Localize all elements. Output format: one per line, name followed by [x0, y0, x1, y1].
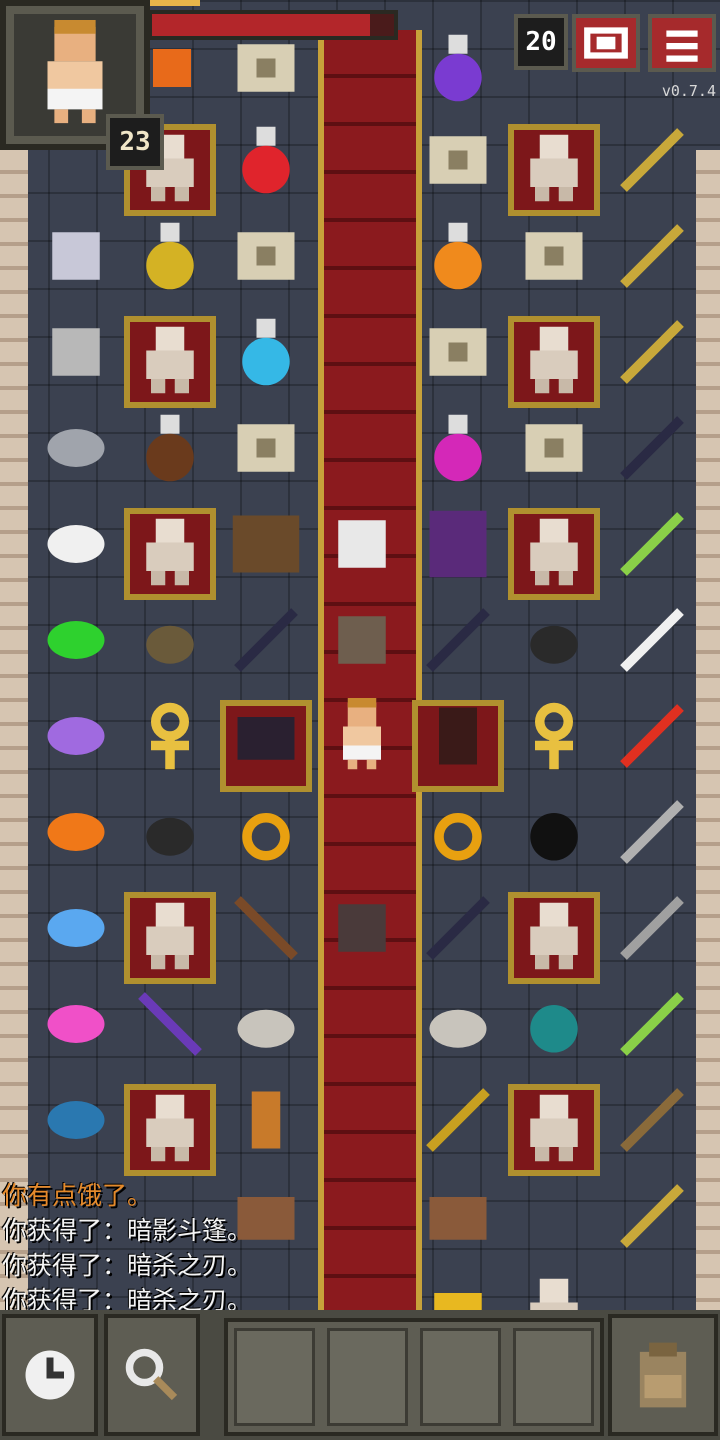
statue [122, 312, 218, 408]
backpack-button[interactable] [608, 1314, 718, 1436]
journal-button[interactable] [572, 14, 640, 72]
shadow-cloak-item[interactable] [410, 688, 506, 784]
statue [506, 504, 602, 600]
sword-item[interactable] [604, 400, 700, 496]
dark-stone-item[interactable] [506, 592, 602, 688]
statue [506, 120, 602, 216]
quickslot[interactable] [420, 1328, 501, 1426]
whip-item[interactable] [604, 208, 700, 304]
potion-cyan-item[interactable] [218, 304, 314, 400]
ring-item[interactable] [218, 784, 314, 880]
clock-icon [25, 1350, 75, 1400]
mail-armor-item[interactable] [28, 304, 124, 400]
log-line: 你获得了：暗杀之刃。 [2, 1251, 253, 1280]
potion-red-item[interactable] [218, 112, 314, 208]
backpack-icon [639, 1342, 687, 1408]
potion-orange-item[interactable] [410, 208, 506, 304]
potion-magenta-item[interactable] [410, 400, 506, 496]
gauntlet-item[interactable] [314, 496, 410, 592]
cotton-item[interactable] [218, 976, 314, 1072]
quickslot[interactable] [234, 1328, 315, 1426]
menu-icon [666, 30, 698, 62]
health-bar [148, 10, 398, 40]
ankh-item[interactable] [506, 688, 602, 784]
seed-teal-item[interactable] [28, 1072, 124, 1168]
seed-gray-item[interactable] [28, 400, 124, 496]
search-button[interactable] [104, 1314, 200, 1436]
ankh-item[interactable] [122, 688, 218, 784]
cloth-armor-item[interactable] [28, 208, 124, 304]
statue [506, 888, 602, 984]
quickslot[interactable] [513, 1328, 594, 1426]
seed-blue-item[interactable] [28, 880, 124, 976]
version-label: v0.7.4 [661, 82, 716, 100]
green-wand-item[interactable] [604, 496, 700, 592]
dark-staff-item[interactable] [410, 880, 506, 976]
scroll-item[interactable] [410, 304, 506, 400]
golden-staff-item[interactable] [410, 1072, 506, 1168]
whip-item[interactable] [604, 304, 700, 400]
quickslot[interactable] [327, 1328, 408, 1426]
chest-item[interactable] [410, 1168, 506, 1264]
health-bar-fill [152, 14, 370, 36]
quickslot-bar [224, 1318, 604, 1436]
staff-item[interactable] [218, 880, 314, 976]
statue [506, 312, 602, 408]
white-sword-item[interactable] [604, 592, 700, 688]
statue [122, 504, 218, 600]
statue [506, 1080, 602, 1176]
seed-orange-item[interactable] [28, 784, 124, 880]
pouch-item[interactable] [314, 880, 410, 976]
hero-character [314, 688, 410, 784]
green-wand-item[interactable] [604, 976, 700, 1072]
scroll-item[interactable] [218, 208, 314, 304]
scroll-item[interactable] [506, 400, 602, 496]
game-log: 你有点饿了。 你获得了：暗影斗篷。 你获得了：暗杀之刃。 你获得了：暗杀之刃。 [2, 1178, 252, 1318]
wait-button[interactable] [2, 1314, 98, 1436]
magnifier-icon [125, 1348, 178, 1401]
red-wand-item[interactable] [604, 688, 700, 784]
menu-button[interactable] [648, 14, 716, 72]
seed-green-item[interactable] [28, 592, 124, 688]
bookshelf-item[interactable] [218, 496, 314, 592]
dagger-item[interactable] [604, 784, 700, 880]
holster-item[interactable] [218, 1072, 314, 1168]
stone-item[interactable] [122, 592, 218, 688]
log-line: 你有点饿了。 [2, 1181, 153, 1210]
statue [122, 888, 218, 984]
bomb-item[interactable] [506, 784, 602, 880]
dark-sword-item[interactable] [218, 592, 314, 688]
dark-sword-item[interactable] [410, 592, 506, 688]
journal-icon [584, 27, 628, 59]
dungeon-depth-indicator: 20 [514, 14, 568, 70]
cotton-item[interactable] [410, 976, 506, 1072]
ring-item[interactable] [410, 784, 506, 880]
potion-yellow-item[interactable] [122, 208, 218, 304]
seed-pink-item[interactable] [28, 976, 124, 1072]
hammer-item[interactable] [604, 880, 700, 976]
spellbook-item[interactable] [410, 496, 506, 592]
seed-violet-item[interactable] [28, 688, 124, 784]
dark-stone-item[interactable] [122, 784, 218, 880]
log-line: 你获得了：暗影斗篷。 [2, 1216, 253, 1245]
potion-purple-item[interactable] [410, 20, 506, 116]
scroll-item[interactable] [218, 400, 314, 496]
crossbow-item[interactable] [604, 1168, 700, 1264]
leather-armor-item[interactable] [314, 592, 410, 688]
teal-bag-item[interactable] [506, 976, 602, 1072]
altar-item [218, 688, 314, 784]
crossbow-item[interactable] [604, 112, 700, 208]
hero-level-badge: 23 [106, 114, 164, 170]
scroll-item[interactable] [506, 208, 602, 304]
scroll-item[interactable] [410, 112, 506, 208]
potion-brown-item[interactable] [122, 400, 218, 496]
statue [122, 1080, 218, 1176]
purple-staff-item[interactable] [122, 976, 218, 1072]
seed-white-item[interactable] [28, 496, 124, 592]
spear-item[interactable] [604, 1072, 700, 1168]
